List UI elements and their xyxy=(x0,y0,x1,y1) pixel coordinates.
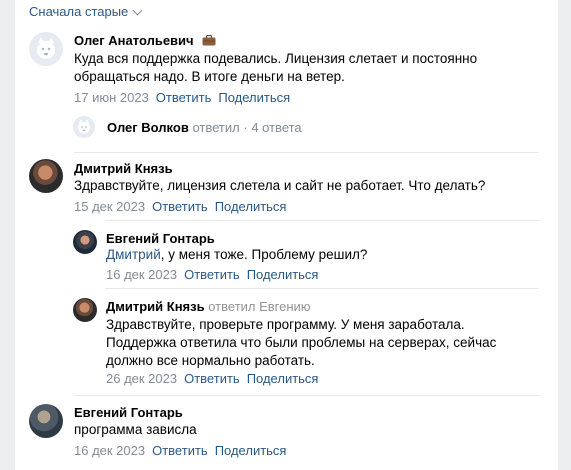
reply-meta: 26 дек 2023 Ответить Поделиться xyxy=(106,371,318,386)
reply-author[interactable]: Евгений Гонтарь xyxy=(106,231,215,246)
share-button[interactable]: Поделиться xyxy=(215,443,287,458)
divider xyxy=(74,395,539,396)
reply-button[interactable]: Ответить xyxy=(152,443,208,458)
comment-date[interactable]: 17 июн 2023 xyxy=(74,90,149,105)
reply-button[interactable]: Ответить xyxy=(184,267,240,282)
avatar[interactable] xyxy=(73,298,97,322)
chevron-down-icon xyxy=(132,5,143,15)
author-name[interactable]: Олег Анатольевич xyxy=(74,33,194,48)
share-button[interactable]: Поделиться xyxy=(215,199,287,214)
avatar[interactable] xyxy=(29,159,63,193)
comment-author[interactable]: Дмитрий Князь xyxy=(74,161,173,176)
dog-avatar-icon xyxy=(78,119,90,134)
share-button[interactable]: Поделиться xyxy=(247,267,319,282)
comment-author[interactable]: Евгений Гонтарь xyxy=(74,405,183,420)
reply-button[interactable]: Ответить xyxy=(184,371,240,386)
comment-date[interactable]: 15 дек 2023 xyxy=(74,199,145,214)
share-button[interactable]: Поделиться xyxy=(218,90,290,105)
comment-text: программа зависла xyxy=(74,422,197,437)
reply-date[interactable]: 26 дек 2023 xyxy=(106,371,177,386)
comment-meta: 17 июн 2023 Ответить Поделиться xyxy=(74,90,290,105)
comment-meta: 15 дек 2023 Ответить Поделиться xyxy=(74,199,286,214)
avatar[interactable] xyxy=(73,116,95,138)
reply-button[interactable]: Ответить xyxy=(156,90,212,105)
reply-text-body: , у меня тоже. Проблему решил? xyxy=(160,247,368,262)
dog-avatar-icon xyxy=(37,37,55,59)
reply-to-label[interactable]: ответил Евгению xyxy=(208,299,310,314)
replies-count[interactable]: 4 ответа xyxy=(251,120,301,135)
replies-action: ответил xyxy=(192,119,240,135)
comment-date[interactable]: 16 дек 2023 xyxy=(74,443,145,458)
comment-text: Здравствуйте, лицензия слетела и сайт не… xyxy=(74,178,486,193)
comment-author[interactable]: Олег Анатольевич xyxy=(74,33,216,48)
replies-summary[interactable]: Олег Волков ответил · 4 ответа xyxy=(73,116,302,138)
avatar[interactable] xyxy=(73,230,97,254)
author-name[interactable]: Дмитрий Князь xyxy=(106,299,205,314)
divider xyxy=(74,152,539,153)
briefcase-icon xyxy=(202,34,216,46)
avatar[interactable] xyxy=(29,32,63,66)
sort-label: Сначала старые xyxy=(29,4,129,19)
dot-separator: · xyxy=(243,119,248,135)
comments-panel: Сначала старые Олег Анатольевич Куда вся… xyxy=(15,0,558,470)
reply-text: Дмитрий, у меня тоже. Проблему решил? xyxy=(106,246,536,264)
replies-author[interactable]: Олег Волков xyxy=(107,120,189,135)
comment-text: Куда вся поддержка подевались. Лицензия … xyxy=(74,51,478,84)
divider xyxy=(105,220,539,221)
reply-button[interactable]: Ответить xyxy=(152,199,208,214)
avatar[interactable] xyxy=(29,404,63,438)
sort-dropdown[interactable]: Сначала старые xyxy=(29,4,143,19)
comment-meta: 16 дек 2023 Ответить Поделиться xyxy=(74,443,286,458)
divider xyxy=(105,288,539,289)
reply-text: Здравствуйте, проверьте программу. У мен… xyxy=(106,317,497,368)
reply-meta: 16 дек 2023 Ответить Поделиться xyxy=(106,267,318,282)
reply-date[interactable]: 16 дек 2023 xyxy=(106,267,177,282)
share-button[interactable]: Поделиться xyxy=(247,371,319,386)
mention-link[interactable]: Дмитрий xyxy=(106,247,161,262)
reply-author[interactable]: Дмитрий Князь ответил Евгению xyxy=(106,299,311,314)
